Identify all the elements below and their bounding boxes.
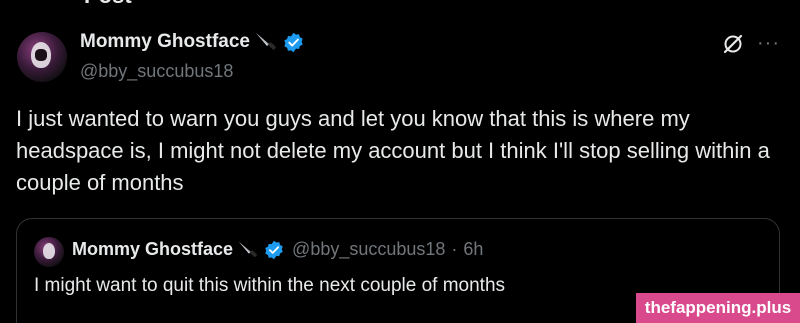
author-handle[interactable]: @bby_succubus18 [80, 61, 233, 82]
watermark: thefappening.plus [636, 293, 800, 323]
quoted-author-row: Mommy Ghostface @bby_succubus18 · 6h [72, 239, 483, 260]
post-page: Post Mommy Ghostface @bby_succubus18 ···… [0, 0, 800, 323]
knife-icon [238, 241, 257, 257]
quoted-handle[interactable]: @bby_succubus18 [292, 239, 445, 260]
quoted-text: I might want to quit this within the nex… [34, 275, 506, 296]
author-display-name[interactable]: Mommy Ghostface [80, 31, 250, 53]
more-options-icon[interactable]: ··· [757, 33, 780, 53]
quoted-avatar[interactable] [34, 237, 64, 267]
verified-badge-icon[interactable] [264, 240, 284, 260]
author-name-row: Mommy Ghostface [80, 31, 304, 53]
knife-icon [255, 33, 276, 50]
page-title: Post [84, 0, 132, 9]
grok-icon[interactable] [722, 33, 744, 55]
post-text: I just wanted to warn you guys and let y… [16, 106, 770, 195]
avatar[interactable] [17, 32, 67, 82]
quoted-display-name[interactable]: Mommy Ghostface [72, 239, 233, 260]
separator-dot: · [451, 239, 458, 259]
verified-badge-icon[interactable] [283, 32, 304, 53]
quoted-timestamp[interactable]: 6h [463, 239, 483, 260]
